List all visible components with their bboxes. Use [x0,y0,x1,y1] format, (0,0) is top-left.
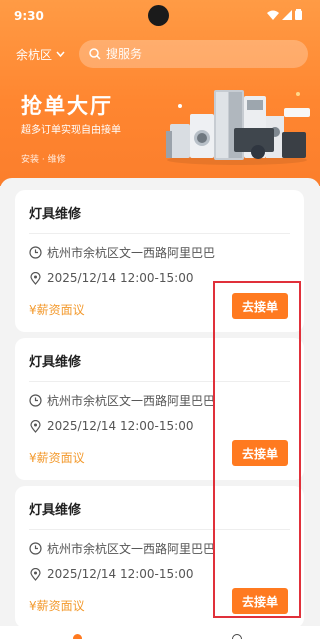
location-pin-icon [30,567,41,581]
order-datetime: 2025/12/14 12:00-15:00 [47,419,194,433]
hero-title: 抢单大厅 [21,94,113,118]
battery-icon [295,9,302,20]
nav-home-icon[interactable] [73,634,82,639]
clock-icon [29,542,42,555]
signal-icon [282,9,292,20]
search-box[interactable] [79,40,308,68]
order-address: 杭州市余杭区文一西路阿里巴巴 [47,246,216,260]
order-datetime: 2025/12/14 12:00-15:00 [47,271,194,285]
header-banner: 9:30 余杭区 抢单大厅 超多订单实现自由接单 安装 · 维修 [0,0,320,186]
search-icon [89,48,101,60]
region-selector[interactable]: 余杭区 [16,46,65,63]
region-label: 余杭区 [16,47,53,62]
order-title: 灯具维修 [29,207,82,222]
appliances-illustration [166,90,310,165]
hero-subtitle: 超多订单实现自由接单 [21,125,121,136]
order-address-row: 杭州市余杭区文一西路阿里巴巴 [29,244,215,261]
order-title: 灯具维修 [29,355,82,370]
camera-cutout [148,5,169,26]
order-salary: ¥薪资面议 [29,599,85,613]
order-time-row: 2025/12/14 12:00-15:00 [29,567,193,581]
bottom-nav [0,626,320,639]
order-datetime: 2025/12/14 12:00-15:00 [47,567,194,581]
order-address-row: 杭州市余杭区文一西路阿里巴巴 [29,392,215,409]
hero-tags: 安装 · 维修 [21,155,66,165]
clock-icon [29,246,42,259]
chevron-down-icon [56,51,65,57]
location-pin-icon [30,271,41,285]
order-salary: ¥薪资面议 [29,303,85,317]
order-address: 杭州市余杭区文一西路阿里巴巴 [47,394,216,408]
search-row: 余杭区 [16,40,308,68]
order-time-row: 2025/12/14 12:00-15:00 [29,419,193,433]
status-time: 9:30 [14,9,44,23]
system-icons [267,9,302,20]
order-salary: ¥薪资面议 [29,451,85,465]
order-address: 杭州市余杭区文一西路阿里巴巴 [47,542,216,556]
search-input[interactable] [106,47,286,61]
order-address-row: 杭州市余杭区文一西路阿里巴巴 [29,540,215,557]
order-time-row: 2025/12/14 12:00-15:00 [29,271,193,285]
annotation-highlight-box [213,281,301,618]
divider [29,233,290,234]
nav-profile-icon[interactable] [232,634,242,639]
clock-icon [29,394,42,407]
location-pin-icon [30,419,41,433]
status-bar: 9:30 [0,0,320,34]
wifi-icon [267,10,279,20]
order-title: 灯具维修 [29,503,82,518]
